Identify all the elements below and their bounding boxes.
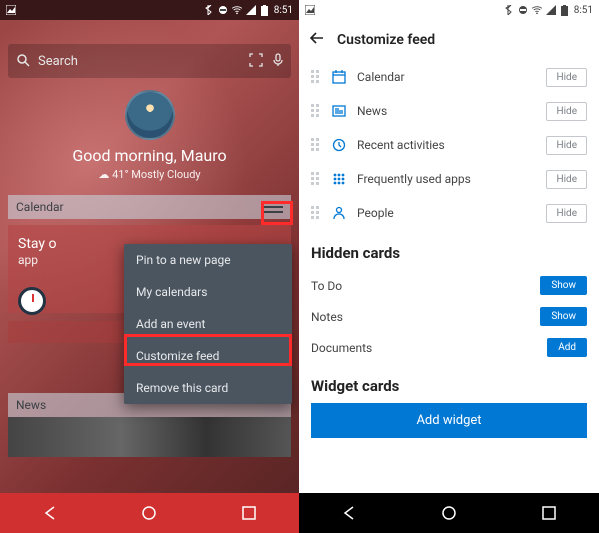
status-bar: 8:51 bbox=[299, 0, 599, 20]
back-icon[interactable] bbox=[309, 30, 325, 50]
feed-label: News bbox=[357, 104, 536, 118]
page-header: Customize feed bbox=[299, 20, 599, 60]
ctx-my-calendars[interactable]: My calendars bbox=[124, 276, 292, 308]
search-icon bbox=[16, 52, 30, 71]
signal-icon bbox=[246, 5, 256, 15]
hidden-label: To Do bbox=[311, 279, 342, 293]
battery-icon bbox=[260, 5, 270, 15]
feed-row-frequently-used: Frequently used apps Hide bbox=[311, 162, 587, 196]
page-title: Customize feed bbox=[337, 32, 435, 48]
feed-label: Calendar bbox=[357, 70, 536, 84]
hidden-row-documents: Documents Add bbox=[299, 332, 599, 363]
news-card-image[interactable] bbox=[8, 417, 291, 457]
hidden-label: Notes bbox=[311, 310, 343, 324]
drag-handle-icon[interactable] bbox=[311, 206, 321, 220]
nav-bar bbox=[0, 493, 299, 533]
apps-grid-icon bbox=[331, 171, 347, 187]
mic-icon[interactable] bbox=[273, 52, 283, 71]
nav-home[interactable] bbox=[439, 503, 459, 523]
feed-label: Recent activities bbox=[357, 138, 536, 152]
scan-icon[interactable] bbox=[249, 52, 263, 71]
picture-icon bbox=[6, 5, 16, 15]
add-button[interactable]: Add bbox=[547, 338, 587, 357]
hidden-cards-title: Hidden cards bbox=[299, 244, 599, 262]
feed-row-recent: Recent activities Hide bbox=[311, 128, 587, 162]
battery-icon bbox=[560, 5, 570, 15]
calendar-card-header: Calendar bbox=[8, 195, 291, 219]
calendar-icon bbox=[331, 69, 347, 85]
avatar[interactable] bbox=[125, 90, 175, 140]
ctx-add-event[interactable]: Add an event bbox=[124, 308, 292, 340]
dnd-icon bbox=[518, 5, 528, 15]
hidden-row-todo: To Do Show bbox=[299, 270, 599, 301]
drag-handle-icon[interactable] bbox=[311, 172, 321, 186]
right-phone: 8:51 Customize feed Calendar Hide News H… bbox=[299, 0, 599, 533]
bluetooth-icon bbox=[504, 5, 514, 15]
nav-recent[interactable] bbox=[539, 503, 559, 523]
more-button[interactable] bbox=[261, 201, 283, 213]
clock-icon bbox=[18, 287, 46, 315]
show-button[interactable]: Show bbox=[540, 307, 587, 326]
hidden-row-notes: Notes Show bbox=[299, 301, 599, 332]
greeting: Good morning, Mauro ☁ 41° Mostly Cloudy bbox=[8, 90, 291, 181]
context-menu: Pin to a new page My calendars Add an ev… bbox=[124, 244, 292, 404]
wifi-icon bbox=[232, 5, 242, 15]
hidden-label: Documents bbox=[311, 341, 372, 355]
status-time: 8:51 bbox=[274, 5, 293, 16]
bluetooth-icon bbox=[204, 5, 214, 15]
status-bar: 8:51 bbox=[0, 0, 299, 20]
feed-row-news: News Hide bbox=[311, 94, 587, 128]
feed-label: People bbox=[357, 206, 536, 220]
picture-icon bbox=[305, 5, 315, 15]
drag-handle-icon[interactable] bbox=[311, 138, 321, 152]
status-time: 8:51 bbox=[574, 5, 593, 16]
widget-cards-title: Widget cards bbox=[299, 377, 599, 395]
add-widget-button[interactable]: Add widget bbox=[311, 403, 587, 438]
nav-bar bbox=[299, 493, 599, 533]
signal-icon bbox=[546, 5, 556, 15]
ctx-pin[interactable]: Pin to a new page bbox=[124, 244, 292, 276]
dnd-icon bbox=[218, 5, 228, 15]
left-phone: 8:51 Search Good morni bbox=[0, 0, 299, 533]
feed-row-calendar: Calendar Hide bbox=[311, 60, 587, 94]
ctx-customize-feed[interactable]: Customize feed bbox=[124, 340, 292, 372]
nav-back[interactable] bbox=[339, 503, 359, 523]
search-bar[interactable]: Search bbox=[8, 44, 291, 78]
hide-button[interactable]: Hide bbox=[546, 68, 587, 87]
hide-button[interactable]: Hide bbox=[546, 170, 587, 189]
wifi-icon bbox=[532, 5, 542, 15]
show-button[interactable]: Show bbox=[540, 276, 587, 295]
hide-button[interactable]: Hide bbox=[546, 204, 587, 223]
search-placeholder: Search bbox=[38, 54, 241, 69]
ctx-remove-card[interactable]: Remove this card bbox=[124, 372, 292, 404]
greeting-weather: ☁ 41° Mostly Cloudy bbox=[8, 168, 291, 181]
drag-handle-icon[interactable] bbox=[311, 104, 321, 118]
feed-label: Frequently used apps bbox=[357, 172, 536, 186]
person-icon bbox=[331, 205, 347, 221]
greeting-title: Good morning, Mauro bbox=[8, 146, 291, 165]
visible-cards-list: Calendar Hide News Hide Recent activitie… bbox=[299, 60, 599, 230]
nav-back[interactable] bbox=[40, 503, 60, 523]
drag-handle-icon[interactable] bbox=[311, 70, 321, 84]
nav-home[interactable] bbox=[139, 503, 159, 523]
calendar-card-label: Calendar bbox=[16, 200, 64, 214]
news-icon bbox=[331, 103, 347, 119]
feed-row-people: People Hide bbox=[311, 196, 587, 230]
hide-button[interactable]: Hide bbox=[546, 136, 587, 155]
nav-recent[interactable] bbox=[239, 503, 259, 523]
hide-button[interactable]: Hide bbox=[546, 102, 587, 121]
clock-icon bbox=[331, 137, 347, 153]
